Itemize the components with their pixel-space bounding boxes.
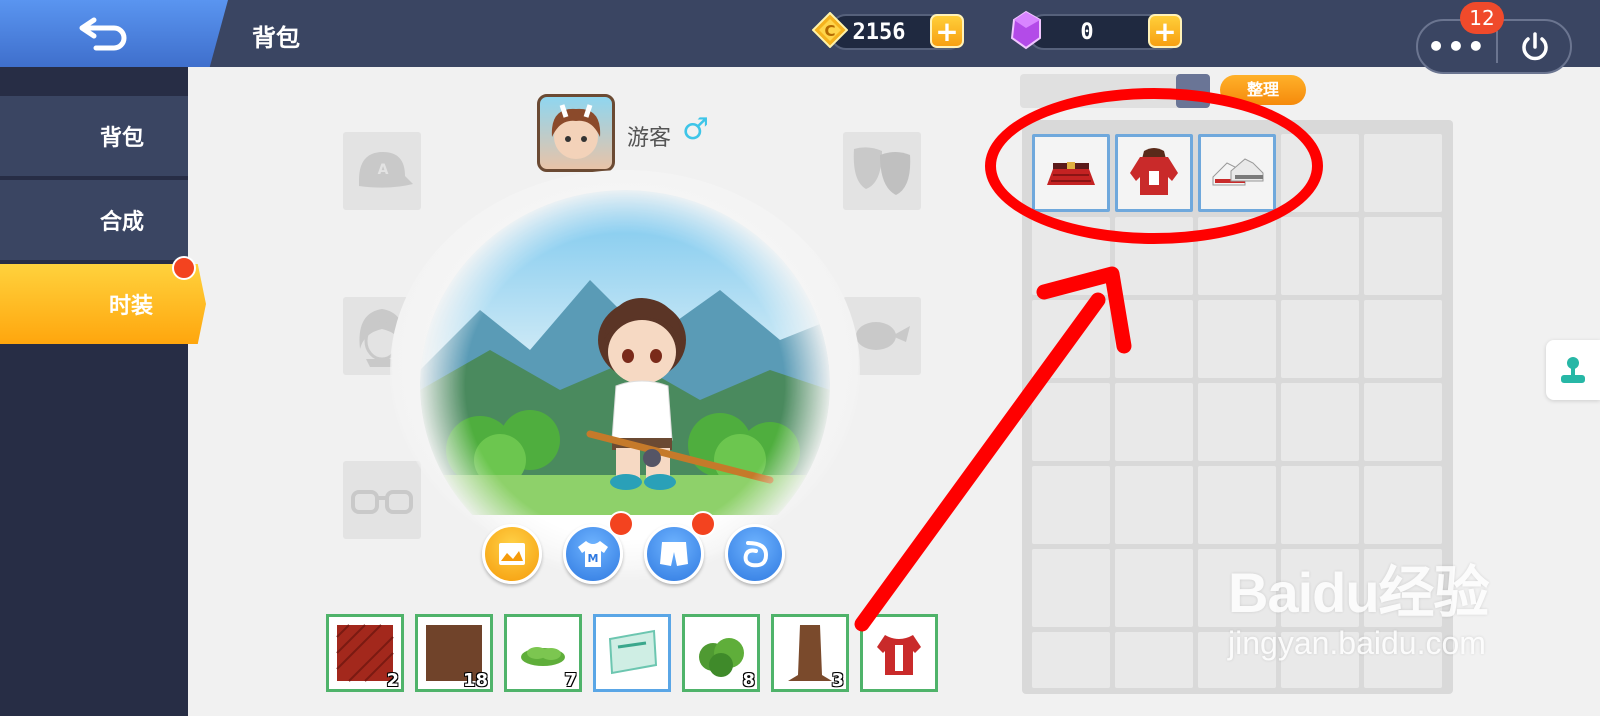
- joystick-button[interactable]: [1546, 340, 1600, 400]
- watermark-logo: Baidu经验: [1228, 561, 1490, 624]
- watermark: Baidu经验 jingyan.baidu.com: [1228, 548, 1490, 662]
- joystick-icon: [1561, 357, 1585, 383]
- watermark-url: jingyan.baidu.com: [1228, 625, 1486, 661]
